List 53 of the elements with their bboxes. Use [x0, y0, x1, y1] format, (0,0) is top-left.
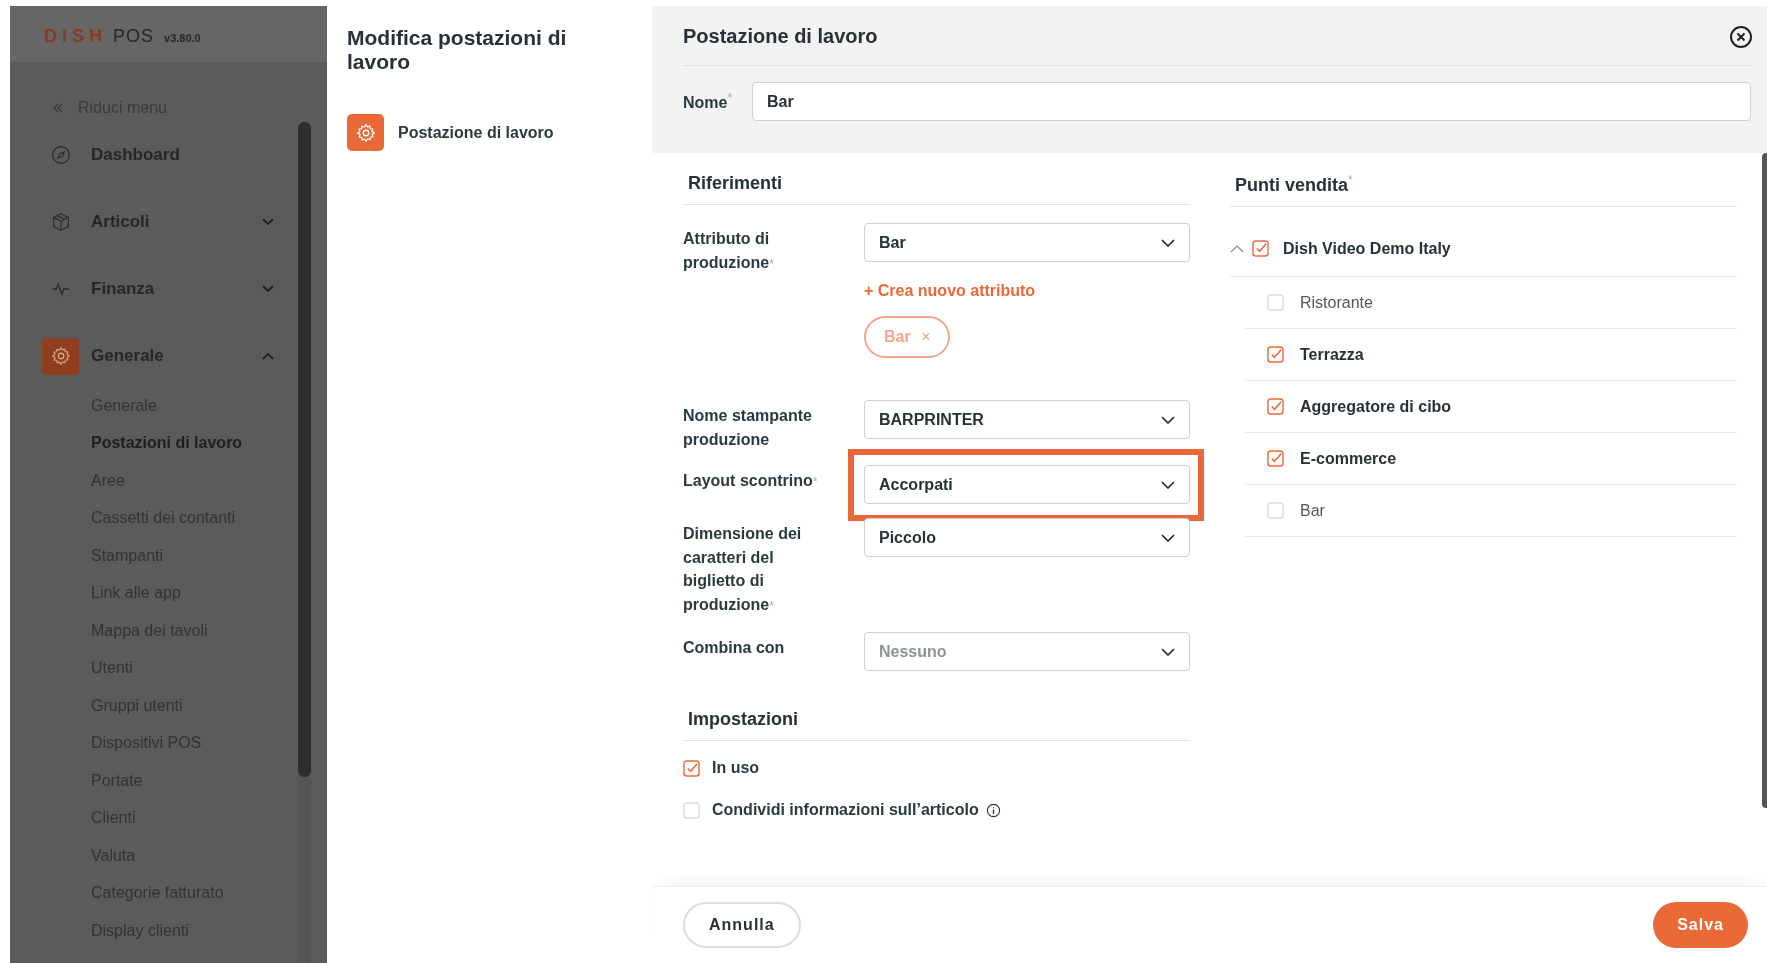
section-heading: Riferimenti [683, 153, 1190, 205]
field-label: Nome stampante produzione [683, 406, 813, 450]
section-heading: Punti vendita$^{*}$ [1230, 153, 1737, 207]
checkbox[interactable] [1267, 398, 1284, 415]
create-attribute-link[interactable]: + Crea nuovo attributo [864, 282, 1036, 300]
logo-product: POS [113, 26, 155, 47]
gear-icon [49, 345, 72, 367]
field-label: Dimensione dei caratteri del biglietto di produzione* [683, 524, 803, 615]
scrollbar-thumb[interactable] [298, 122, 311, 777]
save-button[interactable]: Salva [1653, 902, 1748, 948]
chevron-down-icon [1161, 480, 1175, 489]
compass-icon [49, 144, 72, 166]
outlet-label: Aggregatore di cibo [1300, 397, 1452, 416]
dropdown-select[interactable]: BARPRINTER [864, 400, 1190, 439]
outlet-label: E-commerce [1300, 449, 1397, 468]
page-title: Modifica postazioni di lavoro [347, 26, 568, 74]
field-label: Combina con [683, 638, 786, 658]
outlet-label: Bar [1300, 501, 1325, 520]
dropdown-select[interactable]: Nessuno [864, 632, 1190, 671]
outlet-label: Terrazza [1300, 345, 1364, 364]
close-icon[interactable] [1729, 24, 1753, 49]
chevron-down-icon [1161, 533, 1175, 542]
option-label: Condividi informazioni sull’articolo [712, 801, 979, 819]
tag-chip[interactable]: Bar × [864, 316, 951, 358]
info-icon[interactable] [985, 802, 1001, 818]
section-heading: Impostazioni [683, 689, 1190, 741]
chevron-down-icon [1161, 415, 1175, 424]
caret-icon[interactable] [1230, 244, 1244, 253]
chevron-down-icon [1161, 238, 1175, 247]
dropdown-select[interactable]: Bar [864, 223, 1190, 262]
double-chevron-icon [52, 103, 64, 113]
panel-title: Postazione di lavoro [683, 25, 878, 48]
outlet-label: Dish Video Demo Italy [1283, 239, 1451, 258]
gear-icon [347, 114, 384, 151]
checkbox[interactable] [1267, 346, 1284, 363]
option-label: In uso [712, 759, 760, 777]
field-label: Attributo di produzione* [683, 229, 775, 273]
outlet-label: Ristorante [1300, 293, 1373, 312]
chevron-down-icon [1161, 647, 1175, 656]
dropdown-select[interactable]: Piccolo [864, 518, 1190, 557]
cancel-button[interactable]: Annulla [683, 902, 801, 948]
checkbox[interactable] [683, 759, 700, 777]
dropdown-select[interactable]: Accorpati [864, 465, 1190, 504]
name-input[interactable]: Bar [752, 82, 1751, 121]
field-label: Nome$^{*}$ [683, 90, 734, 113]
scrollbar-thumb[interactable] [1762, 153, 1767, 808]
section-link[interactable]: Postazione di lavoro [347, 114, 632, 151]
field-label: Layout scontrino* [683, 471, 819, 491]
checkbox[interactable] [1252, 240, 1269, 257]
checkbox[interactable] [1267, 450, 1284, 467]
version-label: v3.80.0 [164, 32, 201, 44]
logo-brand: DISH [44, 26, 107, 47]
sub-nav-item[interactable]: Postazioni di lavoro [91, 424, 298, 462]
